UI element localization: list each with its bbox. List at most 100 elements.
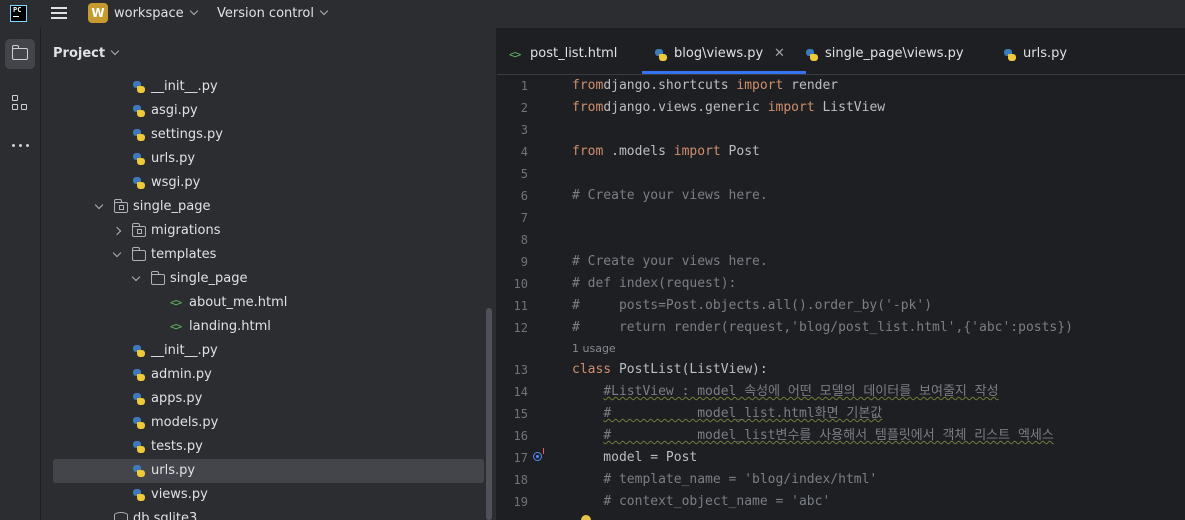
tree-item-label: migrations — [151, 223, 221, 238]
editor-tab[interactable]: blog\views.py ✕ — [642, 28, 806, 74]
line-number: 10 — [513, 277, 528, 291]
python-file-icon — [1003, 48, 1017, 62]
project-tool-button[interactable] — [5, 39, 35, 69]
code-line: 6 # Create your views here. — [497, 185, 1185, 207]
tree-item-label: tests.py — [151, 439, 203, 454]
tree-item[interactable]: single_page — [41, 195, 496, 219]
override-icon[interactable] — [533, 452, 542, 461]
code-line: 2 fromdjango.views.generic import ListVie… — [497, 97, 1185, 119]
tree-item-label: models.py — [151, 415, 219, 430]
logo-text: PC — [13, 6, 22, 14]
more-tools-button[interactable] — [5, 130, 35, 160]
html-file-icon: <> — [509, 48, 521, 61]
tree-item[interactable]: urls.py — [41, 147, 496, 171]
tree-item-label: landing.html — [189, 319, 271, 334]
tree-item-label: single_page — [170, 271, 248, 286]
tab-label: single_page\views.py — [825, 46, 964, 61]
editor-tab[interactable]: urls.py — [991, 28, 1105, 74]
workspace-selector[interactable]: workspace — [114, 6, 198, 21]
more-dots-icon — [12, 144, 15, 147]
keyword: import — [736, 78, 784, 93]
tree-item[interactable]: __init__.py — [41, 75, 496, 99]
lightbulb-icon[interactable] — [581, 515, 591, 520]
usage-hint[interactable]: 1 usage — [497, 339, 1185, 359]
structure-tool-button[interactable] — [5, 89, 35, 119]
tree-item[interactable]: <> landing.html — [41, 315, 496, 339]
code-text: # template_name = 'blog/index/html' — [572, 469, 877, 491]
tree-item[interactable]: db.sqlite3 — [41, 507, 496, 520]
tree-item[interactable]: asgi.py — [41, 99, 496, 123]
code-line: 8 — [497, 229, 1185, 251]
code-line: 14 #ListView : model 속성에 어떤 모델의 데이터를 보여줄… — [497, 381, 1185, 403]
tree-item[interactable]: models.py — [41, 411, 496, 435]
tree-item[interactable]: admin.py — [41, 363, 496, 387]
tree-item[interactable]: single_page — [41, 267, 496, 291]
line-number: 1 — [520, 79, 528, 93]
chevron-down-icon[interactable] — [112, 248, 122, 258]
keyword: class — [572, 362, 612, 377]
chevron-down-icon[interactable] — [94, 200, 104, 210]
code-line: 17 model = Post — [497, 447, 1185, 469]
tree-item-label: admin.py — [151, 367, 212, 382]
python-file-icon — [132, 368, 146, 382]
code-line: 1 fromdjango.shortcuts import render — [497, 75, 1185, 97]
tree-item[interactable]: __init__.py — [41, 339, 496, 363]
tree-item-label: __init__.py — [151, 79, 218, 94]
editor-tab[interactable]: single_page\views.py — [793, 28, 989, 74]
tree-item[interactable]: migrations — [41, 219, 496, 243]
tree-item-label: asgi.py — [151, 103, 198, 118]
close-icon[interactable]: ✕ — [774, 28, 785, 80]
usage-hint-label: 1 usage — [572, 342, 616, 355]
workspace-label: workspace — [114, 6, 184, 21]
python-file-icon — [805, 48, 819, 62]
editor: <> post_list.html blog\views.py ✕ single_pag… — [497, 28, 1185, 520]
code-token: .models — [603, 144, 674, 159]
chevron-down-icon[interactable] — [131, 272, 141, 282]
pycharm-logo-icon[interactable]: PC — [10, 5, 27, 22]
html-file-icon: <> — [170, 320, 182, 333]
code-text: fromdjango.views.generic import ListView — [572, 97, 885, 119]
line-number: 4 — [520, 145, 528, 159]
editor-tab[interactable]: <> post_list.html — [497, 28, 649, 74]
tree-item[interactable]: views.py — [41, 483, 496, 507]
code-line: 7 — [497, 207, 1185, 229]
code-token: Post — [720, 144, 760, 159]
line-number: 16 — [513, 429, 528, 443]
tree-item[interactable]: settings.py — [41, 123, 496, 147]
version-control-menu[interactable]: Version control — [217, 6, 329, 21]
code-area[interactable]: 1 fromdjango.shortcuts import render 2 from… — [497, 75, 1185, 513]
line-number: 15 — [513, 407, 528, 421]
html-file-icon: <> — [170, 296, 182, 309]
tree-item-label: urls.py — [151, 463, 196, 478]
python-file-icon — [132, 464, 146, 478]
comment: # Create your views here. — [572, 254, 768, 269]
tree-item[interactable]: templates — [41, 243, 496, 267]
keyword: import — [767, 100, 815, 115]
chevron-right-icon[interactable] — [112, 226, 122, 236]
tree-item[interactable]: wsgi.py — [41, 171, 496, 195]
comment: # template_name = 'blog/index/html' — [603, 472, 878, 487]
tree-item[interactable]: urls.py — [53, 459, 484, 483]
tree-item[interactable]: tests.py — [41, 435, 496, 459]
python-file-icon — [132, 344, 146, 358]
code-text: model = Post — [572, 447, 697, 469]
tree-item[interactable]: <> about_me.html — [41, 291, 496, 315]
line-number: 7 — [520, 211, 528, 225]
folder-icon — [11, 45, 28, 60]
keyword: from — [572, 78, 604, 93]
comment: # model_list변수를 사용해서 템플릿에서 객체 리스트 엑세스 — [603, 428, 1054, 443]
code-line: 16 # model_list변수를 사용해서 템플릿에서 객체 리스트 엑세스 — [497, 425, 1185, 447]
tab-label: post_list.html — [530, 46, 618, 61]
main-menu-icon[interactable] — [51, 7, 67, 19]
database-icon — [114, 512, 128, 520]
code-token: ListView — [814, 100, 886, 115]
project-scrollbar[interactable] — [486, 308, 492, 520]
project-panel-title[interactable]: Project — [53, 46, 120, 61]
line-number: 14 — [513, 385, 528, 399]
workspace-badge[interactable]: W — [88, 3, 108, 23]
python-file-icon — [132, 128, 146, 142]
tree-item[interactable]: apps.py — [41, 387, 496, 411]
